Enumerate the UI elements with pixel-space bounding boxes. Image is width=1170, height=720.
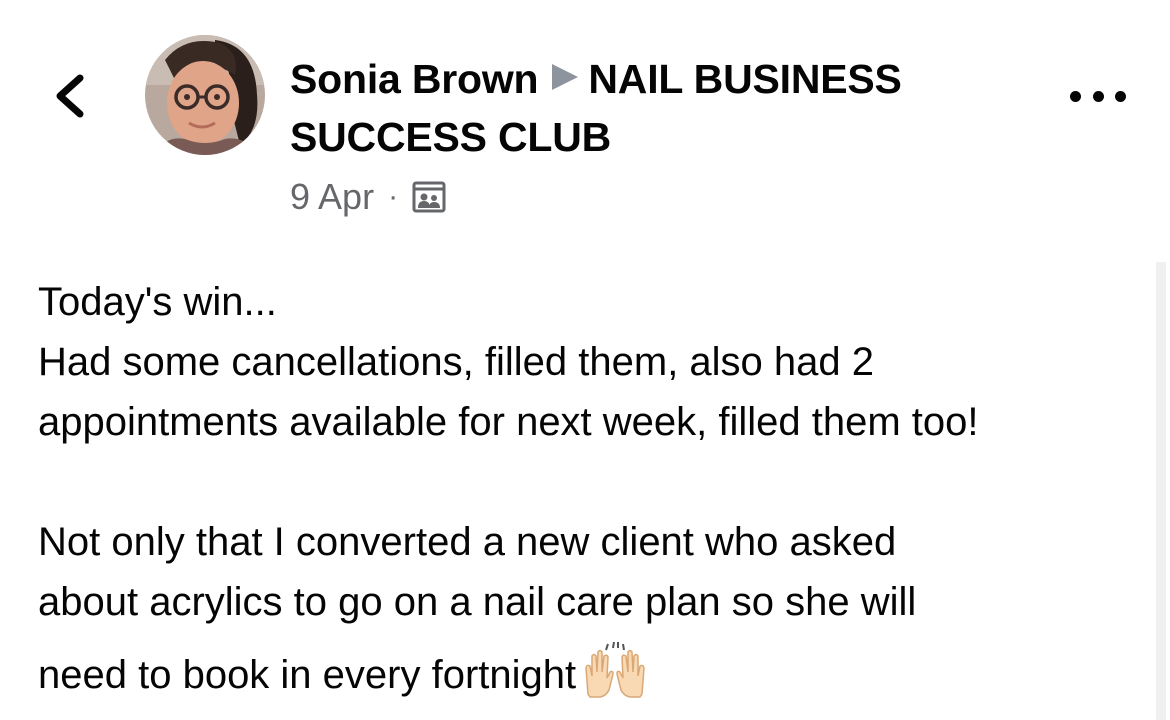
group-members-icon (412, 181, 446, 213)
post-text-line: Today's win... (38, 280, 277, 324)
meta-separator: · (388, 180, 399, 213)
chevron-left-icon (56, 74, 84, 118)
author-name[interactable]: Sonia Brown (290, 56, 539, 102)
group-name[interactable]: NAIL BUSINESS (588, 56, 902, 102)
post-title-line-2: SUCCESS CLUB (290, 108, 1030, 166)
more-options-dot (1115, 90, 1126, 102)
more-options-dot (1092, 90, 1104, 102)
post-text-line: Not only that I converted a new client w… (38, 520, 897, 564)
post-text-line: Had some cancellations, filled them, als… (38, 340, 875, 384)
post-date[interactable]: 9 Apr (290, 176, 374, 218)
post-text-line-last: need to book in every fortnight (38, 642, 1148, 705)
scrollbar[interactable] (1156, 262, 1166, 720)
raising-hands-emoji (585, 642, 645, 698)
post-text-line: about acrylics to go on a nail care plan… (38, 580, 917, 624)
post-title-line-1: Sonia Brown NAIL BUSINESS (290, 50, 1030, 108)
more-options-dot (1070, 90, 1081, 102)
post-text-line: appointments available for next week, fi… (38, 400, 979, 444)
group-name-continued[interactable]: SUCCESS CLUB (290, 114, 611, 160)
triangle-right-icon (552, 64, 579, 90)
post-header: Sonia Brown NAIL BUSINESS SUCCESS CLUB (290, 50, 1030, 166)
back-button[interactable] (48, 66, 96, 126)
post-text-line: need to book in every fortnight (38, 653, 577, 697)
post-body: Today's win... Had some cancellations, f… (38, 272, 1148, 705)
more-options-button[interactable] (1070, 80, 1126, 112)
author-avatar[interactable] (145, 35, 265, 155)
post-meta: 9 Apr · (290, 172, 446, 222)
